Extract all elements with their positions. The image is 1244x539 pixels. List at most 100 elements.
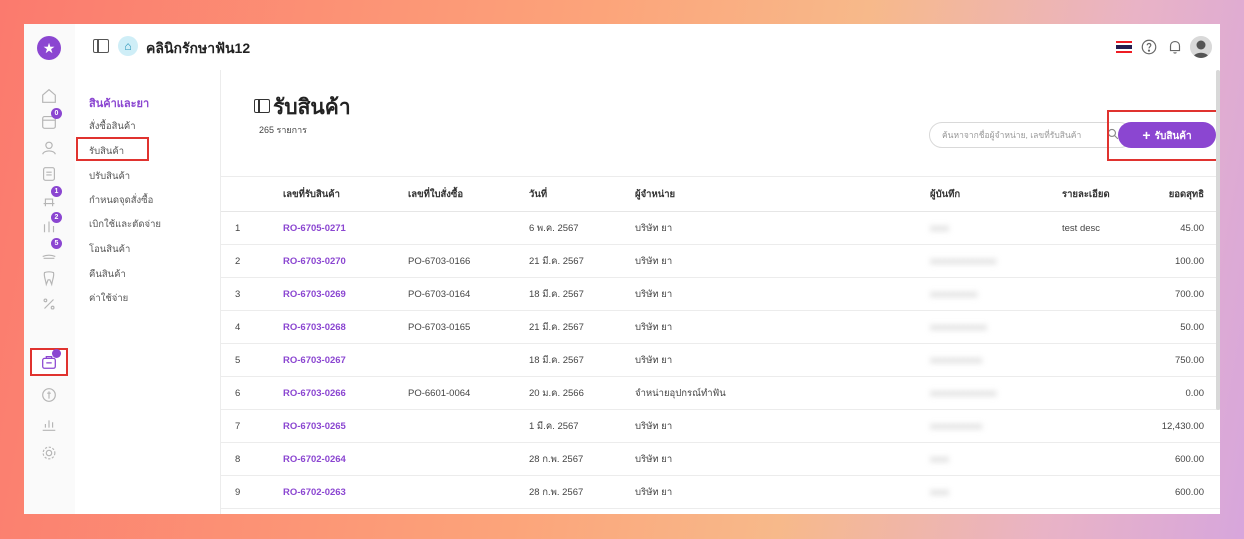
avatar[interactable] xyxy=(1190,36,1212,58)
col-receive-no[interactable]: เลขที่รับสินค้า xyxy=(283,176,408,212)
add-receive-button[interactable]: + รับสินค้า xyxy=(1118,122,1216,148)
po-no xyxy=(408,409,529,443)
total: 600.00 xyxy=(1156,442,1220,476)
chair-icon[interactable]: 1 xyxy=(39,186,62,210)
receive-no-link[interactable]: RO-6703-0265 xyxy=(283,409,408,443)
supplier: บริษัท สายน้ำทิพย์เด็นตอลแล็บอราตอรี่ จำ… xyxy=(635,508,930,514)
clinic-name[interactable]: คลินิกรักษาฟัน12 xyxy=(146,38,250,60)
recorder: xxxxxxxxxxxx xyxy=(930,310,1062,344)
receive-no-link[interactable]: RO-6705-0271 xyxy=(283,211,408,245)
tooth-icon[interactable] xyxy=(39,268,59,288)
date: 20 ม.ค. 2566 xyxy=(529,508,635,514)
submenu-item-return[interactable]: คืนสินค้า xyxy=(89,267,126,282)
table-row[interactable]: 7 RO-6703-0265 1 มี.ค. 2567 บริษัท ยา xxxxxx… xyxy=(221,409,1220,443)
po-no xyxy=(408,442,529,476)
table-row[interactable]: 2 RO-6703-0270 PO-6703-0166 21 มี.ค. 2567 บร… xyxy=(221,244,1220,278)
detail: test desc xyxy=(1062,211,1156,245)
receive-no-link[interactable]: RO-6703-0270 xyxy=(283,244,408,278)
receive-no-link[interactable]: RO-6703-0268 xyxy=(283,310,408,344)
col-recorder[interactable]: ผู้บันทึก xyxy=(930,176,1062,212)
row-number: 3 xyxy=(221,277,283,311)
recorder: xxxx xyxy=(930,442,1062,476)
chair-badge: 1 xyxy=(51,186,62,197)
receive-no-link[interactable]: RO-6702-0263 xyxy=(283,475,408,509)
receive-no-link[interactable]: RO-6703-0267 xyxy=(283,343,408,377)
col-po-no[interactable]: เลขที่ใบสั่งซื้อ xyxy=(408,176,529,212)
receive-no-link[interactable]: RO-6702-0262 xyxy=(283,508,408,514)
total: 600.00 xyxy=(1156,475,1220,509)
recorder: xxxxxxxxxxxxxx xyxy=(930,376,1062,410)
submenu-item-adjust[interactable]: ปรับสินค้า xyxy=(89,169,130,184)
scrollbar[interactable] xyxy=(1216,70,1220,410)
row-number: 5 xyxy=(221,343,283,377)
submenu-item-withdraw[interactable]: เบิกใช้และตัดจ่าย xyxy=(89,217,161,232)
table-row[interactable]: 3 RO-6703-0269 PO-6703-0164 18 มี.ค. 2567 บร… xyxy=(221,277,1220,311)
col-date[interactable]: วันที่ xyxy=(529,176,635,212)
calendar-badge: 0 xyxy=(51,108,62,119)
submenu-item-purchase-order[interactable]: สั่งซื้อสินค้า xyxy=(89,119,136,134)
inventory-submenu: สินค้าและยา สั่งซื้อสินค้า รับสินค้า ปรั… xyxy=(75,70,221,514)
row-number: 1 xyxy=(221,211,283,245)
page-title: รับสินค้า xyxy=(273,96,351,119)
help-icon[interactable] xyxy=(1140,38,1158,56)
submenu-item-expense[interactable]: ค่าใช้จ่าย xyxy=(89,291,128,306)
inventory-box-icon[interactable] xyxy=(39,349,61,372)
submenu-title: สินค้าและยา xyxy=(89,98,150,110)
col-total[interactable]: ยอดสุทธิ xyxy=(1156,176,1220,212)
add-receive-label: รับสินค้า xyxy=(1154,131,1192,142)
receive-no-link[interactable]: RO-6703-0266 xyxy=(283,376,408,410)
supplier: บริษัท ยา xyxy=(635,211,930,245)
plus-icon: + xyxy=(1142,127,1151,143)
recorder: xxxx xyxy=(930,211,1062,245)
row-number: 7 xyxy=(221,409,283,443)
col-detail[interactable]: รายละเอียด xyxy=(1062,176,1156,212)
page-title-icon xyxy=(254,99,270,113)
table-row[interactable]: 9 RO-6702-0263 28 ก.พ. 2567 บริษัท ยา xxxx 60… xyxy=(221,475,1220,509)
record-count: 265 รายการ xyxy=(259,125,308,135)
detail xyxy=(1062,376,1156,410)
total: 12,430.00 xyxy=(1156,409,1220,443)
percent-icon[interactable] xyxy=(39,294,59,314)
document-icon[interactable] xyxy=(39,164,59,184)
table-row[interactable]: 5 RO-6703-0267 18 มี.ค. 2567 บริษัท ยา xxxxx… xyxy=(221,343,1220,377)
recorder: xxxxxxxxxxxxx xyxy=(930,508,1062,514)
table-row[interactable]: 6 RO-6703-0266 PO-6601-0064 20 ม.ค. 2566 จำห… xyxy=(221,376,1220,410)
submenu-item-receive[interactable]: รับสินค้า xyxy=(89,144,124,159)
home-icon[interactable] xyxy=(39,86,59,106)
supplier: บริษัท ยา xyxy=(635,277,930,311)
thai-flag-icon[interactable] xyxy=(1116,41,1132,53)
app-logo-star-icon[interactable]: ★ xyxy=(37,36,61,60)
row-number: 8 xyxy=(221,442,283,476)
report-chart-icon[interactable] xyxy=(39,414,59,434)
table-row[interactable]: 1 RO-6705-0271 6 พ.ค. 2567 บริษัท ยา xxxx tes… xyxy=(221,211,1220,245)
search-input[interactable]: ค้นหาจากชื่อผู้จำหน่าย, เลขที่รับสินค้า xyxy=(929,122,1133,148)
inventory-dot xyxy=(52,349,61,358)
user-icon[interactable] xyxy=(39,138,59,158)
submenu-item-reorder-point[interactable]: กำหนดจุดสั่งซื้อ xyxy=(89,193,153,208)
app-window: ★ 0 1 2 5 ⌂ คลินิกรักษาฟัน12 สินค้าและยา… xyxy=(24,24,1220,514)
table-header-row: เลขที่รับสินค้า เลขที่ใบสั่งซื้อ วันที่ … xyxy=(221,176,1220,212)
po-no xyxy=(408,475,529,509)
settings-gear-icon[interactable] xyxy=(39,443,59,463)
col-supplier[interactable]: ผู้จำหน่าย xyxy=(635,176,930,212)
table-row[interactable]: 10RO-6702-0262PO-6601-006620 ม.ค. 2566บร… xyxy=(221,508,1220,514)
payment-icon[interactable]: 5 xyxy=(39,238,62,262)
recorder: xxxxxxxxxx xyxy=(930,277,1062,311)
total: 750.00 xyxy=(1156,343,1220,377)
submenu-item-transfer[interactable]: โอนสินค้า xyxy=(89,242,130,257)
main-content: รับสินค้า 265 รายการ ค้นหาจากชื่อผู้จำหน… xyxy=(221,70,1220,514)
sidebar-toggle-icon[interactable] xyxy=(93,39,109,53)
total: 50.00 xyxy=(1156,310,1220,344)
top-header: ⌂ คลินิกรักษาฟัน12 xyxy=(75,24,1220,71)
recorder: xxxxxxxxxxx xyxy=(930,409,1062,443)
calendar-icon[interactable]: 0 xyxy=(39,108,62,132)
bell-icon[interactable] xyxy=(1166,38,1184,56)
receive-no-link[interactable]: RO-6703-0269 xyxy=(283,277,408,311)
table-row[interactable]: 4 RO-6703-0268 PO-6703-0165 21 มี.ค. 2567 บร… xyxy=(221,310,1220,344)
receive-no-link[interactable]: RO-6702-0264 xyxy=(283,442,408,476)
po-no: PO-6703-0165 xyxy=(408,310,529,344)
table-row[interactable]: 8 RO-6702-0264 28 ก.พ. 2567 บริษัท ยา xxxx 60… xyxy=(221,442,1220,476)
lab-icon[interactable]: 2 xyxy=(39,212,62,236)
finance-icon[interactable] xyxy=(39,385,59,405)
detail xyxy=(1062,508,1156,514)
